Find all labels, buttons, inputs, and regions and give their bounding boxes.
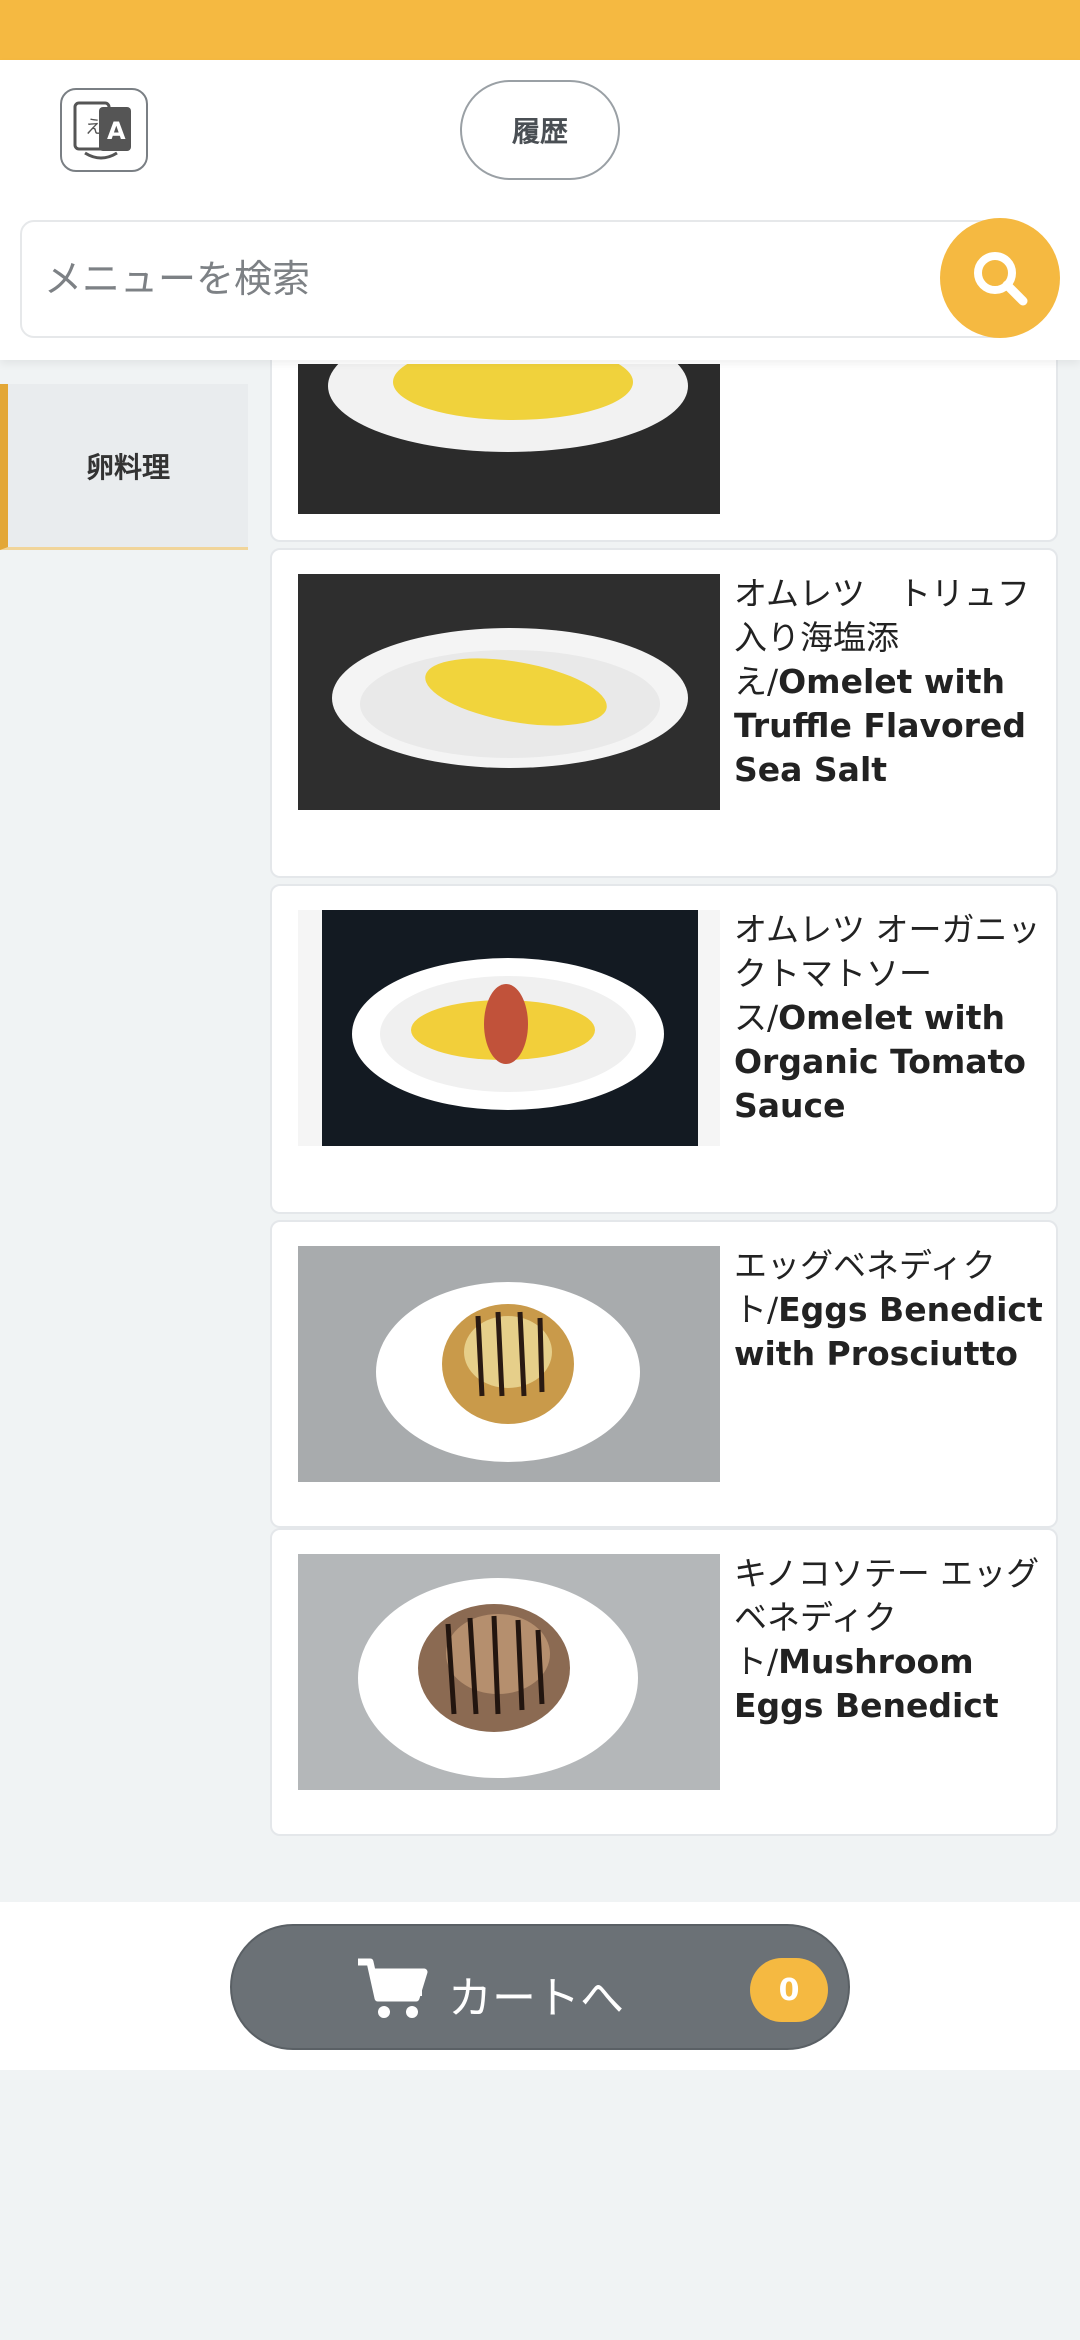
language-button[interactable]: え A <box>60 88 148 172</box>
history-button-label: 履歴 <box>511 115 568 148</box>
menu-item-card[interactable] <box>270 350 1058 542</box>
menu-item-image <box>298 910 720 1146</box>
menu-item-name: エッグベネディクト/Eggs Benedict with Prosciutto <box>734 1246 1043 1373</box>
cart-button[interactable]: カートへ 0 <box>230 1924 850 2050</box>
cart-icon <box>358 1958 428 2018</box>
cart-count-badge: 0 <box>750 1958 828 2022</box>
bottom-bar: カートへ 0 <box>0 1902 1080 2070</box>
svg-text:え: え <box>85 117 103 138</box>
menu-item-name: キノコソテー エッグベネディクト/Mushroom Eggs Benedict <box>734 1554 1040 1725</box>
status-bar <box>0 0 1080 60</box>
cart-button-label: カートへ <box>448 1973 624 2024</box>
menu-item-card[interactable]: オムレツ トリュフ入り海塩添え/Omelet with Truffle Flav… <box>270 548 1058 878</box>
search-button[interactable] <box>940 218 1060 338</box>
search-box[interactable] <box>20 220 1010 338</box>
menu-item-image <box>298 364 720 514</box>
menu-item-card[interactable]: オムレツ オーガニックトマトソース/Omelet with Organic To… <box>270 884 1058 1214</box>
header: え A 履歴 <box>0 60 1080 360</box>
menu-item-image <box>298 1554 720 1790</box>
menu-item-image <box>298 1246 720 1482</box>
menu-item-card[interactable]: キノコソテー エッグベネディクト/Mushroom Eggs Benedict <box>270 1528 1058 1836</box>
search-icon <box>974 252 1028 306</box>
menu-item-card[interactable]: エッグベネディクト/Eggs Benedict with Prosciutto <box>270 1220 1058 1528</box>
menu-item-image <box>298 574 720 810</box>
svg-text:A: A <box>107 117 126 145</box>
sidebar-item-egg-dishes[interactable]: 卵料理 <box>0 384 248 550</box>
menu-item-name: オムレツ オーガニックトマトソース/Omelet with Organic To… <box>734 910 1041 1125</box>
sidebar-item-label: 卵料理 <box>85 450 170 484</box>
menu-item-name: オムレツ トリュフ入り海塩添え/Omelet with Truffle Flav… <box>734 574 1031 789</box>
history-button[interactable]: 履歴 <box>460 80 620 180</box>
search-input[interactable] <box>44 257 924 301</box>
translate-icon: え A <box>73 101 131 160</box>
